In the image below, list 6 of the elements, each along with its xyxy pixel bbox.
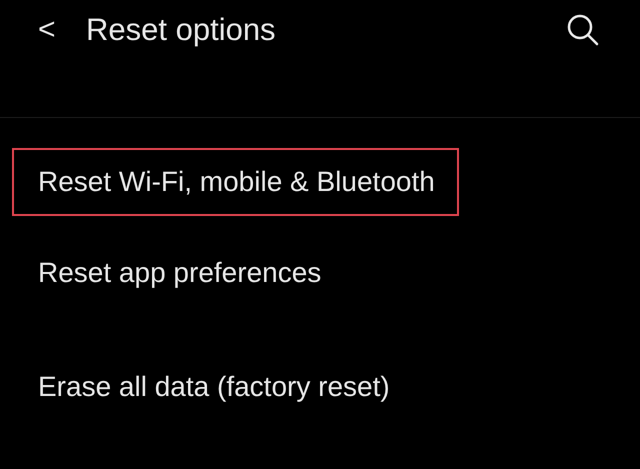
page-title: Reset options [86,12,277,48]
menu-item[interactable]: Reset Wi-Fi, mobile & Bluetooth [12,148,459,216]
menu-item[interactable]: Reset app preferences [12,239,346,307]
menu-item[interactable]: Erase all data (factory reset) [12,353,414,421]
search-icon[interactable] [566,13,600,47]
back-button[interactable]: < [38,13,86,47]
